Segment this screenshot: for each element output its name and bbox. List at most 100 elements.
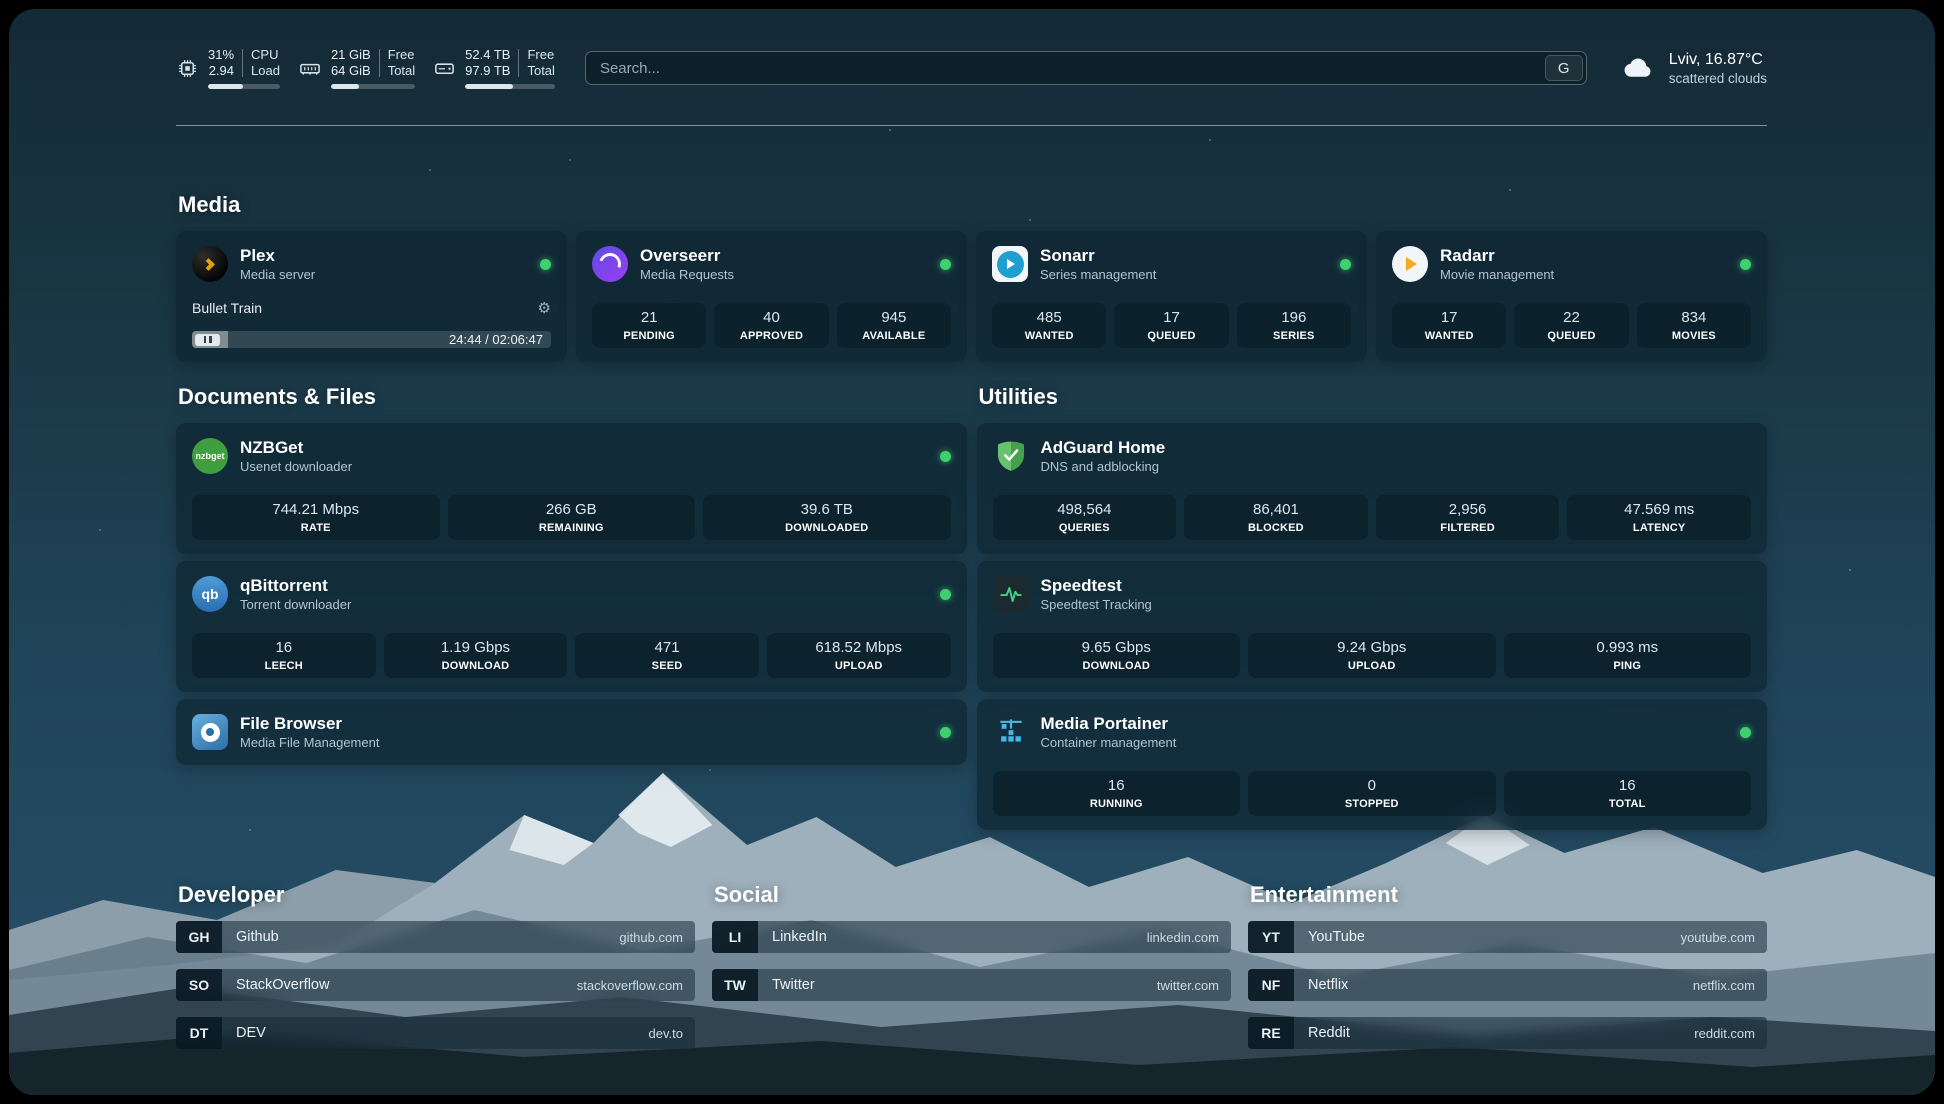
service-card-speedtest[interactable]: Speedtest Speedtest Tracking 9.65 GbpsDO… — [977, 561, 1768, 692]
bookmark-name: LinkedIn — [772, 929, 827, 945]
stat-label: AVAILABLE — [862, 329, 925, 343]
stat-label: BLOCKED — [1248, 521, 1304, 535]
bookmark-name: Twitter — [772, 977, 815, 993]
bookmark-youtube[interactable]: YT YouTube youtube.com — [1248, 921, 1767, 953]
stat-label: QUERIES — [1059, 521, 1110, 535]
stat-label: RUNNING — [1090, 797, 1143, 811]
stat-tile: 498,564 QUERIES — [993, 495, 1177, 540]
bookmark-netflix[interactable]: NF Netflix netflix.com — [1248, 969, 1767, 1001]
section-title-social: Social — [714, 882, 1231, 908]
service-card-radarr[interactable]: Radarr Movie management 17WANTED 22QUEUE… — [1376, 231, 1767, 362]
ram-free-value: 21 GiB — [331, 47, 371, 63]
stat-tile: 17QUEUED — [1114, 303, 1228, 348]
stat-value: 22 — [1563, 309, 1580, 327]
service-subtitle: Movie management — [1440, 266, 1554, 283]
sonarr-icon — [992, 246, 1028, 282]
stat-label: SEED — [652, 659, 683, 673]
bookmark-name: YouTube — [1308, 929, 1365, 945]
service-card-qbittorrent[interactable]: qb qBittorrent Torrent downloader 16LEEC… — [176, 561, 967, 692]
service-title: Media Portainer — [1041, 713, 1177, 734]
bookmark-abbr: DT — [176, 1017, 222, 1049]
bookmark-dev[interactable]: DT DEV dev.to — [176, 1017, 695, 1049]
search-bar[interactable]: G — [585, 51, 1587, 85]
cpu-usage-value: 31% — [208, 47, 234, 63]
stat-tile: 17WANTED — [1392, 303, 1506, 348]
bookmark-twitter[interactable]: TW Twitter twitter.com — [712, 969, 1231, 1001]
service-card-filebrowser[interactable]: File Browser Media File Management — [176, 699, 967, 765]
stat-label: DOWNLOADED — [785, 521, 868, 535]
service-title: Sonarr — [1040, 245, 1156, 266]
weather-widget[interactable]: Lviv, 16.87°C scattered clouds — [1619, 50, 1767, 87]
stat-tile: 945AVAILABLE — [837, 303, 951, 348]
stat-label: UPLOAD — [1348, 659, 1396, 673]
service-subtitle: Media Requests — [640, 266, 734, 283]
bookmark-abbr: NF — [1248, 969, 1294, 1001]
stat-label: LEECH — [265, 659, 303, 673]
stat-label: DOWNLOAD — [442, 659, 510, 673]
service-card-plex[interactable]: Plex Media server Bullet Train ⚙ 24:44 /… — [176, 231, 567, 362]
service-card-overseerr[interactable]: Overseerr Media Requests 21PENDING 40APP… — [576, 231, 967, 362]
stat-value: 9.65 Gbps — [1082, 639, 1151, 657]
disk-free-value: 52.4 TB — [465, 47, 510, 63]
stat-tile: 0.993 ms PING — [1504, 633, 1752, 678]
stat-label: LATENCY — [1633, 521, 1686, 535]
bookmark-abbr: LI — [712, 921, 758, 953]
stat-label: QUEUED — [1547, 329, 1595, 343]
status-online-dot — [940, 451, 951, 462]
ram-progress-fill — [331, 84, 359, 89]
stat-tile: 16TOTAL — [1504, 771, 1752, 816]
stat-value: 498,564 — [1057, 501, 1111, 519]
speedtest-icon — [993, 576, 1029, 612]
service-subtitle: Series management — [1040, 266, 1156, 283]
stat-value: 0.993 ms — [1596, 639, 1658, 657]
bookmark-url: youtube.com — [1681, 930, 1755, 945]
section-title-media: Media — [178, 192, 1767, 218]
bookmark-github[interactable]: GH Github github.com — [176, 921, 695, 953]
service-card-portainer[interactable]: Media Portainer Container management 16R… — [977, 699, 1768, 830]
stat-tile: 618.52 MbpsUPLOAD — [767, 633, 951, 678]
pause-button[interactable] — [195, 334, 220, 346]
stat-label: PING — [1613, 659, 1641, 673]
disk-free-label: Free — [527, 47, 554, 63]
service-subtitle: Torrent downloader — [240, 596, 351, 613]
bookmark-stackoverflow[interactable]: SO StackOverflow stackoverflow.com — [176, 969, 695, 1001]
service-card-sonarr[interactable]: Sonarr Series management 485WANTED 17QUE… — [976, 231, 1367, 362]
search-engine-button[interactable]: G — [1545, 55, 1583, 81]
search-input[interactable] — [586, 52, 1542, 84]
service-card-adguard[interactable]: AdGuard Home DNS and adblocking 498,564Q… — [977, 423, 1768, 554]
header-divider — [176, 125, 1767, 126]
bookmark-name: StackOverflow — [236, 977, 329, 993]
service-subtitle: Media server — [240, 266, 315, 283]
settings-gear-icon[interactable]: ⚙ — [538, 299, 551, 317]
portainer-icon — [993, 714, 1029, 750]
bookmark-reddit[interactable]: RE Reddit reddit.com — [1248, 1017, 1767, 1049]
service-card-nzbget[interactable]: nzbget NZBGet Usenet downloader 744.21 M… — [176, 423, 967, 554]
section-utilities: Utilities — [977, 384, 1768, 830]
disk-total-value: 97.9 TB — [465, 63, 510, 79]
service-title: NZBGet — [240, 437, 352, 458]
stat-tile: 266 GBREMAINING — [448, 495, 696, 540]
bookmark-name: Netflix — [1308, 977, 1348, 993]
cpu-progress-track — [208, 84, 280, 89]
service-title: Speedtest — [1041, 575, 1152, 596]
cpu-stat: 31% 2.94 CPU Load — [176, 47, 280, 89]
stat-value: 266 GB — [546, 501, 597, 519]
stat-label: QUEUED — [1147, 329, 1195, 343]
stat-label: MOVIES — [1672, 329, 1716, 343]
service-title: qBittorrent — [240, 575, 351, 596]
ram-total-value: 64 GiB — [331, 63, 371, 79]
ram-free-label: Free — [388, 47, 415, 63]
plex-icon — [192, 246, 228, 282]
divider — [242, 49, 243, 77]
divider — [379, 49, 380, 77]
stat-label: WANTED — [1425, 329, 1474, 343]
system-stats: 31% 2.94 CPU Load — [176, 47, 555, 89]
playback-progress-bar[interactable]: 24:44 / 02:06:47 — [192, 331, 551, 348]
bookmark-url: dev.to — [649, 1026, 683, 1041]
section-title-utilities: Utilities — [979, 384, 1768, 410]
weather-condition: scattered clouds — [1669, 70, 1767, 87]
bookmark-linkedin[interactable]: LI LinkedIn linkedin.com — [712, 921, 1231, 953]
stat-tile: 47.569 msLATENCY — [1567, 495, 1751, 540]
status-online-dot — [1740, 259, 1751, 270]
stat-label: APPROVED — [740, 329, 803, 343]
